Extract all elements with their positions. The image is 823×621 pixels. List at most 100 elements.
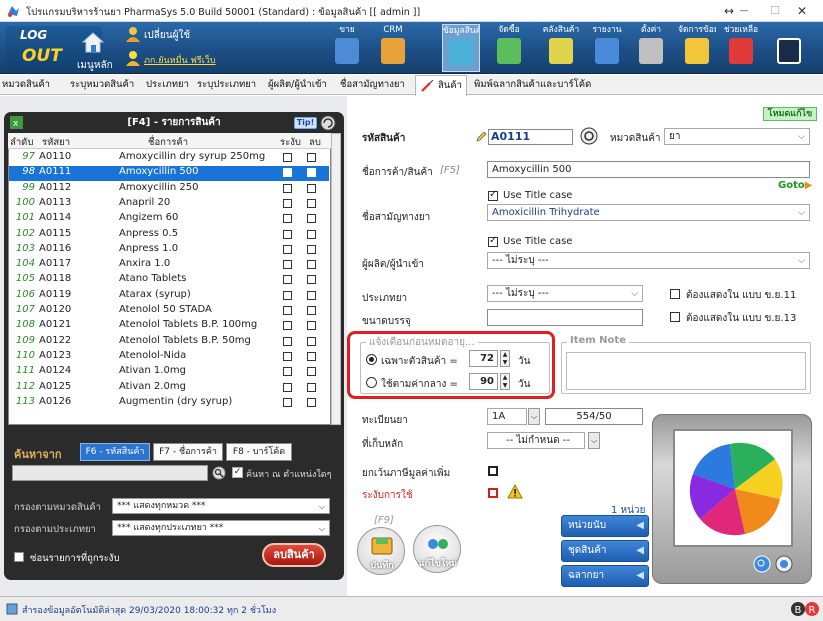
table-row[interactable]: 106 A0119 Atarax (syrup) bbox=[9, 289, 329, 304]
tab-assign-category[interactable]: ระบุหมวดสินค้า bbox=[70, 75, 134, 95]
tab-generic-name[interactable]: ชื่อสามัญทางยา bbox=[340, 75, 405, 95]
row-suspend-checkbox[interactable] bbox=[283, 397, 292, 407]
table-row[interactable]: 101 A0114 Angizem 60 bbox=[9, 212, 329, 227]
toolbar-button-purchase[interactable]: จัดซื้อ bbox=[490, 24, 528, 72]
toolbar-button-warehouse[interactable]: คลังสินค้า bbox=[542, 24, 580, 72]
delete-product-button[interactable]: ลบสินค้า bbox=[262, 543, 326, 567]
registration-prefix-chevron-icon[interactable]: ⌵ bbox=[528, 408, 540, 425]
filter-type-select[interactable]: *** แสดงทุกประเภทยา *** ⌵ bbox=[112, 520, 330, 536]
table-row[interactable]: 108 A0121 Atenolol Tablets B.P. 100mg bbox=[9, 319, 329, 334]
current-user-name[interactable]: ภก.ยันหมื่น ฟรีเว็บ bbox=[144, 53, 216, 67]
product-table-scrollbar[interactable] bbox=[331, 133, 341, 425]
row-suspend-checkbox[interactable] bbox=[283, 244, 292, 254]
row-delete-checkbox[interactable] bbox=[307, 153, 316, 162]
col-order[interactable]: ลำดับ bbox=[10, 135, 33, 150]
row-delete-checkbox[interactable] bbox=[307, 306, 316, 315]
manufacturer-select[interactable]: --- ไม่ระบุ --- ⌵ bbox=[487, 252, 810, 269]
refresh-code-icon[interactable] bbox=[580, 127, 598, 145]
table-row[interactable]: 105 A0118 Atano Tablets bbox=[9, 273, 329, 288]
switch-user-label[interactable]: เปลี่ยนผู้ใช้ bbox=[144, 28, 190, 43]
refresh-icon[interactable] bbox=[320, 115, 336, 131]
row-suspend-checkbox[interactable] bbox=[283, 275, 292, 285]
row-suspend-checkbox[interactable] bbox=[283, 183, 292, 193]
restore-db-icon[interactable]: R bbox=[804, 601, 820, 617]
search-icon[interactable] bbox=[210, 465, 228, 481]
search-by-barcode-button[interactable]: F8 - บาร์โค้ด bbox=[226, 443, 292, 461]
col-code[interactable]: รหัสยา bbox=[42, 135, 70, 150]
camera-icon[interactable] bbox=[775, 555, 793, 573]
search-by-code-button[interactable]: F6 - รหัสสินค้า bbox=[80, 443, 150, 461]
row-delete-checkbox[interactable] bbox=[307, 183, 316, 193]
row-delete-checkbox[interactable] bbox=[307, 168, 316, 178]
col-suspend[interactable]: ระงับ bbox=[280, 135, 301, 150]
storage-chevron-icon[interactable]: ⌵ bbox=[588, 432, 600, 449]
main-menu-label[interactable]: เมนูหลัก bbox=[77, 58, 113, 73]
row-delete-checkbox[interactable] bbox=[307, 260, 316, 270]
row-suspend-checkbox[interactable] bbox=[283, 382, 292, 392]
tab-manufacturer[interactable]: ผู้ผลิต/ผู้นำเข้า bbox=[268, 75, 327, 95]
row-suspend-checkbox[interactable] bbox=[283, 229, 292, 239]
toolbar-button-crm[interactable]: CRM bbox=[374, 24, 412, 72]
tip-button[interactable]: Tip! bbox=[294, 117, 317, 129]
table-row[interactable]: 98 A0111 Amoxycillin 500 bbox=[9, 166, 329, 182]
table-row[interactable]: 111 A0124 Ativan 1.0mg bbox=[9, 365, 329, 380]
row-suspend-checkbox[interactable] bbox=[283, 321, 292, 331]
table-row[interactable]: 110 A0123 Atenolol-Nida bbox=[9, 350, 329, 365]
toolbar-button-manage-data[interactable]: จัดการข้อมูล bbox=[678, 24, 716, 72]
save-button[interactable]: บันทึก bbox=[357, 527, 405, 575]
col-trade-name[interactable]: ชื่อการค้า bbox=[148, 135, 188, 150]
trade-name-input[interactable]: Amoxycillin 500 bbox=[487, 161, 810, 178]
toolbar-button-help[interactable]: ช่วยเหลือ bbox=[722, 24, 760, 72]
tab-drug-type[interactable]: ประเภทยา bbox=[146, 75, 189, 95]
reset-button[interactable]: แก้ไขใหม่ bbox=[413, 525, 461, 573]
row-suspend-checkbox[interactable] bbox=[283, 214, 292, 224]
row-delete-checkbox[interactable] bbox=[307, 229, 316, 239]
switch-user-icon[interactable] bbox=[124, 26, 142, 42]
table-row[interactable]: 104 A0117 Anxira 1.0 bbox=[9, 258, 329, 273]
category-select[interactable]: ยา ⌵ bbox=[664, 128, 810, 145]
product-code-input[interactable]: A0111 bbox=[488, 129, 573, 145]
row-delete-checkbox[interactable] bbox=[307, 351, 316, 361]
row-suspend-checkbox[interactable] bbox=[283, 336, 292, 346]
toolbar-button-product-data[interactable]: ข้อมูลสินค้า bbox=[442, 24, 480, 72]
use-title-case-checkbox[interactable] bbox=[488, 189, 498, 201]
row-suspend-checkbox[interactable] bbox=[283, 306, 292, 315]
drug-label-button[interactable]: ฉลากยา ◀ bbox=[561, 565, 649, 587]
row-delete-checkbox[interactable] bbox=[307, 244, 316, 254]
row-delete-checkbox[interactable] bbox=[307, 321, 316, 331]
filter-category-select[interactable]: *** แสดงทุกหมวด *** ⌵ bbox=[112, 498, 330, 514]
vat-exempt-checkbox[interactable] bbox=[488, 466, 498, 476]
hide-suspended-checkbox[interactable] bbox=[14, 552, 24, 562]
storage-select[interactable]: -- ไม่กำหนด -- bbox=[487, 432, 585, 449]
suspend-checkbox[interactable] bbox=[488, 488, 498, 498]
tab-category[interactable]: หมวดสินค้า bbox=[2, 75, 50, 95]
row-suspend-checkbox[interactable] bbox=[283, 290, 292, 300]
use-title-case-2-checkbox[interactable] bbox=[488, 235, 498, 247]
toolbar-button-sale[interactable]: ขาย bbox=[328, 24, 366, 72]
table-row[interactable]: 107 A0120 Atenolol 50 STADA bbox=[9, 304, 329, 319]
row-suspend-checkbox[interactable] bbox=[283, 168, 292, 178]
tab-print-label[interactable]: พิมพ์ฉลากสินค้าและบาร์โค้ด bbox=[474, 75, 591, 95]
product-set-button[interactable]: ชุดสินค้า ◀ bbox=[561, 540, 649, 562]
product-image[interactable] bbox=[673, 429, 793, 547]
row-delete-checkbox[interactable] bbox=[307, 336, 316, 346]
row-suspend-checkbox[interactable] bbox=[283, 367, 292, 377]
toolbar-button-settings[interactable]: ตั้งค่า bbox=[632, 24, 670, 72]
registration-number-input[interactable]: 554/50 bbox=[545, 408, 643, 425]
must-show-11-checkbox[interactable] bbox=[670, 289, 680, 299]
table-row[interactable]: 112 A0125 Ativan 2.0mg bbox=[9, 381, 329, 396]
row-delete-checkbox[interactable] bbox=[307, 198, 316, 208]
close-button[interactable]: ✕ bbox=[780, 0, 823, 22]
table-row[interactable]: 99 A0112 Amoxycillin 250 bbox=[9, 182, 329, 197]
zoom-icon[interactable] bbox=[753, 555, 771, 573]
search-input[interactable] bbox=[12, 465, 208, 481]
row-delete-checkbox[interactable] bbox=[307, 290, 316, 300]
must-show-13-checkbox[interactable] bbox=[670, 312, 680, 322]
drug-type-select[interactable]: --- ไม่ระบุ --- ⌵ bbox=[487, 285, 643, 302]
item-note-textarea[interactable] bbox=[566, 352, 806, 390]
row-suspend-checkbox[interactable] bbox=[283, 260, 292, 270]
row-suspend-checkbox[interactable] bbox=[283, 198, 292, 208]
table-row[interactable]: 100 A0113 Anapril 20 bbox=[9, 197, 329, 212]
registration-prefix-select[interactable]: 1A bbox=[487, 408, 527, 425]
toolbar-button-exit[interactable] bbox=[770, 24, 808, 72]
